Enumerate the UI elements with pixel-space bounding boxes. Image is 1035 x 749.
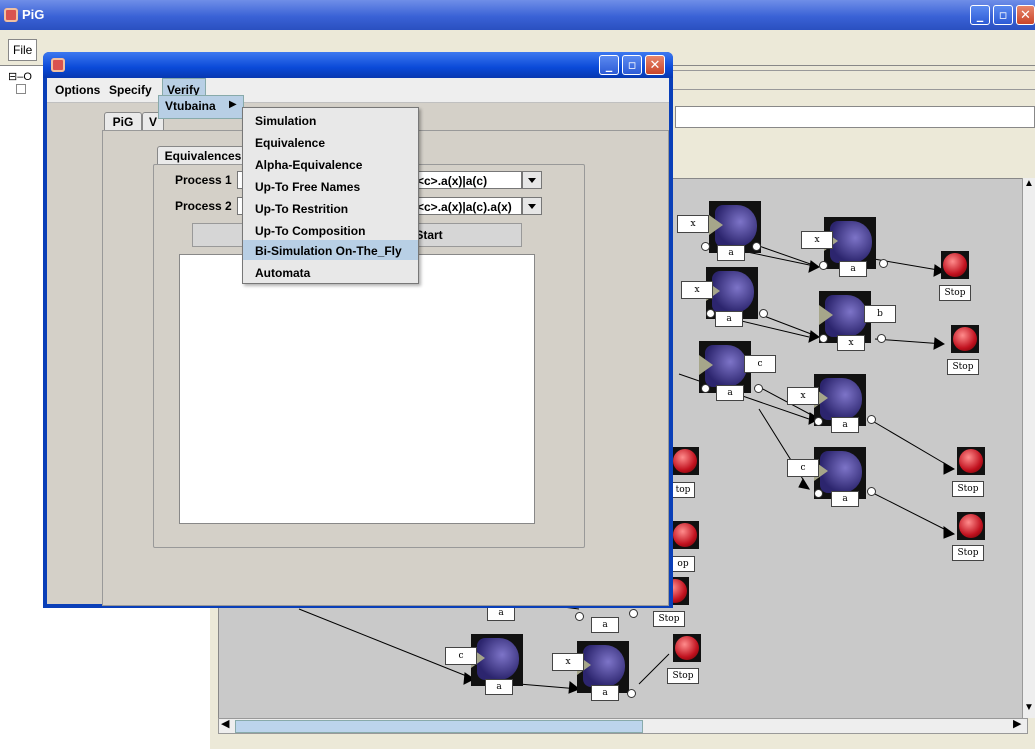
node-label: a xyxy=(485,679,513,695)
stop-label: op xyxy=(671,556,695,572)
dialog-minimize-button[interactable]: _ xyxy=(599,55,619,75)
main-title-bar: PiG _ ▫ ✕ xyxy=(0,0,1035,30)
process1-combo[interactable]: <c>.a(x)|a(c) xyxy=(412,171,522,189)
tree-root[interactable]: ⊟–O xyxy=(8,70,32,83)
horizontal-scrollbar[interactable]: ◀ ▶ xyxy=(218,718,1028,734)
vertical-scrollbar[interactable]: ▲ ▼ xyxy=(1022,178,1035,718)
node-label: a xyxy=(591,685,619,701)
process2-label: Process 2 xyxy=(175,199,232,213)
port[interactable] xyxy=(701,242,710,251)
scrollbar-thumb[interactable] xyxy=(235,720,643,733)
start-button-label: Start xyxy=(415,228,443,242)
node-label: a xyxy=(591,617,619,633)
workspace-field[interactable] xyxy=(675,106,1035,128)
minimize-button[interactable]: _ xyxy=(970,5,990,25)
node-label: c xyxy=(744,355,776,373)
dialog-maximize-button[interactable]: ▫ xyxy=(622,55,642,75)
menu-item-simulation[interactable]: Simulation xyxy=(255,114,316,128)
port[interactable] xyxy=(759,309,768,318)
stop-node[interactable] xyxy=(951,325,979,353)
process1-dropdown-arrow[interactable] xyxy=(522,171,542,189)
port[interactable] xyxy=(819,334,828,343)
port[interactable] xyxy=(814,417,823,426)
node-label: x xyxy=(801,231,833,249)
tree-expand-icon[interactable] xyxy=(16,84,26,94)
scroll-right-icon[interactable]: ▶ xyxy=(1013,717,1021,730)
node-label: a xyxy=(839,261,867,277)
stop-label: Stop xyxy=(947,359,979,375)
submenu-arrow-icon: ▶ xyxy=(229,99,237,110)
process2-combo[interactable]: <c>.a(x)|a(c).a(x) xyxy=(412,197,522,215)
port[interactable] xyxy=(706,309,715,318)
tab-pig[interactable]: PiG xyxy=(104,112,142,131)
port[interactable] xyxy=(752,242,761,251)
menu-item-up-to-composition[interactable]: Up-To Composition xyxy=(255,224,365,238)
vtubaina-label: Vtubaina xyxy=(165,99,216,113)
stop-label: Stop xyxy=(667,668,699,684)
stop-node[interactable] xyxy=(941,251,969,279)
stop-label: Stop xyxy=(653,611,685,627)
output-textarea[interactable] xyxy=(179,254,535,524)
node-label: a xyxy=(831,491,859,507)
port[interactable] xyxy=(701,384,710,393)
stop-label: Stop xyxy=(952,481,984,497)
main-window-title: PiG xyxy=(22,7,45,22)
port[interactable] xyxy=(627,689,636,698)
dialog-title-bar: _ ▫ ✕ xyxy=(43,52,673,78)
port[interactable] xyxy=(879,259,888,268)
node-label: x xyxy=(787,387,819,405)
specify-menu[interactable]: Specify xyxy=(109,83,152,97)
close-button[interactable]: ✕ xyxy=(1016,5,1035,25)
stop-node[interactable] xyxy=(957,447,985,475)
menu-item-alpha-equivalence[interactable]: Alpha-Equivalence xyxy=(255,158,362,172)
stop-node[interactable] xyxy=(957,512,985,540)
dialog-close-button[interactable]: ✕ xyxy=(645,55,665,75)
menu-item-up-to-restrition[interactable]: Up-To Restrition xyxy=(255,202,348,216)
process1-label: Process 1 xyxy=(175,173,232,187)
maximize-button[interactable]: ▫ xyxy=(993,5,1013,25)
port[interactable] xyxy=(754,384,763,393)
stop-node[interactable] xyxy=(673,634,701,662)
stop-label: top xyxy=(671,482,695,498)
node-label: a xyxy=(717,245,745,261)
node-label: x xyxy=(677,215,709,233)
node-label: a xyxy=(831,417,859,433)
node-label: c xyxy=(787,459,819,477)
port[interactable] xyxy=(867,487,876,496)
node-label: x xyxy=(552,653,584,671)
node-label: c xyxy=(445,647,477,665)
port[interactable] xyxy=(877,334,886,343)
tab-equivalences[interactable]: Equivalences xyxy=(157,146,249,165)
node-label: a xyxy=(715,311,743,327)
file-menu[interactable]: File xyxy=(8,39,38,61)
verify-submenu: Simulation Equivalence Alpha-Equivalence… xyxy=(242,107,419,284)
port[interactable] xyxy=(819,261,828,270)
dialog-menubar: Options Specify Verify xyxy=(47,78,669,103)
pig-app-icon xyxy=(51,58,65,72)
port[interactable] xyxy=(867,415,876,424)
menu-item-up-to-free-names[interactable]: Up-To Free Names xyxy=(255,180,360,194)
node-label: b xyxy=(864,305,896,323)
process2-dropdown-arrow[interactable] xyxy=(522,197,542,215)
scroll-down-icon[interactable]: ▼ xyxy=(1024,702,1034,713)
port[interactable] xyxy=(814,489,823,498)
port[interactable] xyxy=(629,609,638,618)
scroll-up-icon[interactable]: ▲ xyxy=(1024,178,1034,189)
vtubaina-menu-item[interactable]: Vtubaina ▶ xyxy=(158,95,244,119)
menu-item-bi-simulation-on-the-fly[interactable]: Bi-Simulation On-The_Fly xyxy=(255,244,402,258)
stop-node[interactable] xyxy=(671,447,699,475)
node-label: x xyxy=(837,335,865,351)
menu-item-equivalence[interactable]: Equivalence xyxy=(255,136,325,150)
options-menu[interactable]: Options xyxy=(55,83,100,97)
scroll-left-icon[interactable]: ◀ xyxy=(221,717,229,730)
port[interactable] xyxy=(575,612,584,621)
pig-app-icon xyxy=(4,8,18,22)
node-label: a xyxy=(716,385,744,401)
menu-item-automata[interactable]: Automata xyxy=(255,266,310,280)
stop-label: Stop xyxy=(939,285,971,301)
stop-node[interactable] xyxy=(671,521,699,549)
node-label: x xyxy=(681,281,713,299)
stop-label: Stop xyxy=(952,545,984,561)
